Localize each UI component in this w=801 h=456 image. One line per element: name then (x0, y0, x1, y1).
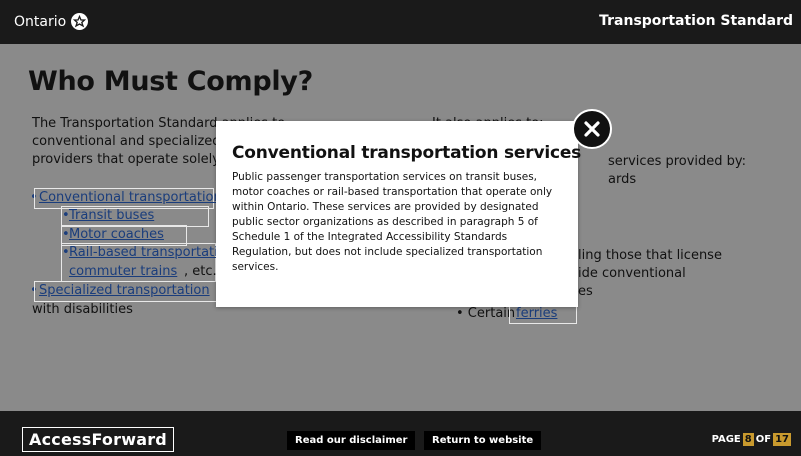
with-disabilities-text: with disabilities (32, 302, 133, 317)
trillium-logo-icon (71, 13, 89, 30)
right-fragment-ards: ards (608, 172, 637, 187)
commuter-trains-link[interactable]: commuter trains (69, 263, 177, 281)
disclaimer-button[interactable]: Read our disclaimer (287, 431, 416, 450)
brand-text: Ontario (14, 13, 67, 30)
right-fragment-licensing: ling those that license (578, 248, 722, 263)
return-to-website-button[interactable]: Return to website (424, 431, 542, 450)
page-label: PAGE (711, 434, 741, 445)
ferries-link[interactable]: ferries (516, 305, 557, 323)
modal-body: Public passenger transportation services… (232, 171, 553, 273)
of-label: OF (755, 434, 772, 445)
accessforward-logo: AccessForward (22, 427, 174, 452)
page-total: 17 (773, 433, 791, 446)
ontario-brand[interactable]: Ontario (14, 13, 89, 30)
specialized-link[interactable]: Specialized transportation (39, 282, 210, 300)
top-bar: Ontario Transportation Standard (0, 0, 801, 44)
course-title: Transportation Standard (599, 13, 793, 29)
conventional-link[interactable]: Conventional transportation (39, 189, 222, 207)
close-icon[interactable] (572, 109, 612, 149)
rail-link[interactable]: Rail-based transportation (69, 244, 234, 262)
page-current: 8 (742, 433, 754, 446)
bottom-bar: AccessForward Read our disclaimer Return… (0, 411, 801, 456)
intro-line-3: providers that operate solely (32, 152, 220, 167)
definition-modal: Conventional transportation services Pub… (216, 121, 582, 307)
modal-title: Conventional transportation services (232, 143, 582, 163)
right-fragment-es: es (578, 284, 593, 299)
right-fragment-services: services provided by: (608, 154, 747, 169)
page-indicator: PAGE 8 OF 17 (712, 433, 791, 446)
motor-coaches-link[interactable]: Motor coaches (69, 226, 164, 244)
certain-text: • Certain (456, 306, 516, 321)
transit-buses-link[interactable]: Transit buses (69, 207, 154, 225)
intro-line-2: conventional and specialized (32, 134, 221, 149)
right-fragment-provide: ide conventional (578, 266, 686, 281)
page-heading: Who Must Comply? (28, 66, 313, 97)
